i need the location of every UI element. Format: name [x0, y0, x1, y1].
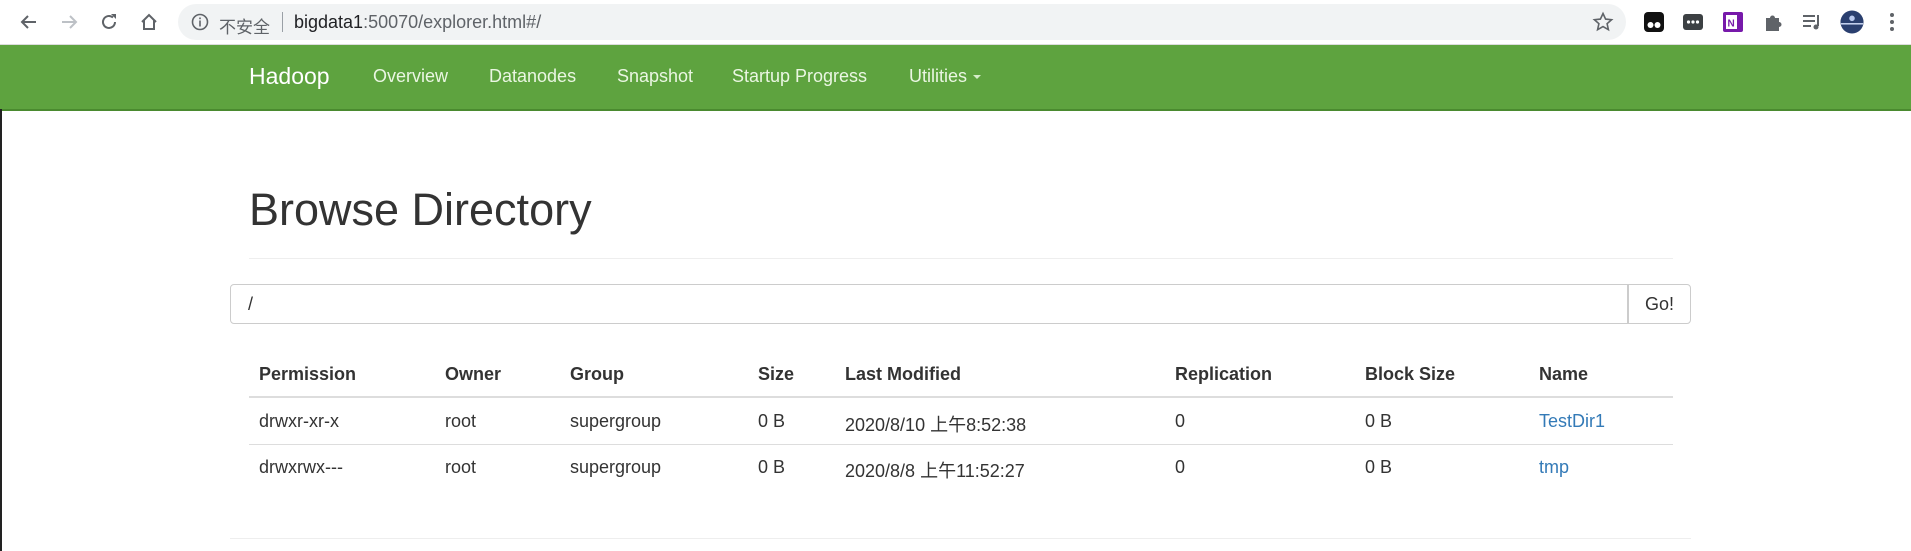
security-label: 不安全 [219, 18, 270, 38]
reload-icon[interactable] [95, 8, 123, 36]
nav-startup-progress[interactable]: Startup Progress [732, 66, 867, 87]
cell-block-size: 0 B [1365, 411, 1393, 431]
column-header-size[interactable]: Size [758, 364, 794, 385]
cell-size: 0 B [758, 457, 786, 477]
window-edge [0, 109, 2, 551]
onenote-icon[interactable]: N [1721, 10, 1745, 34]
column-header-block-size[interactable]: Block Size [1365, 364, 1455, 385]
column-header-permission[interactable]: Permission [259, 364, 356, 385]
nav-overview[interactable]: Overview [373, 66, 448, 87]
cell-last-modified: 2020/8/10 上午8:52:38 [845, 415, 1027, 435]
cell-block-size: 0 B [1365, 457, 1393, 477]
nav-datanodes[interactable]: Datanodes [489, 66, 576, 87]
column-header-group[interactable]: Group [570, 364, 624, 385]
cell-name-link[interactable]: tmp [1539, 457, 1569, 478]
url-host: bigdata1 [294, 12, 364, 32]
cell-last-modified: 2020/8/8 上午11:52:27 [845, 461, 1025, 481]
go-button[interactable]: Go! [1628, 284, 1691, 324]
cell-owner: root [445, 457, 477, 477]
nav-snapshot[interactable]: Snapshot [617, 66, 693, 87]
caret-down-icon [973, 75, 982, 80]
url-text[interactable]: bigdata1:50070/explorer.html#/ [294, 12, 541, 33]
row-divider [249, 444, 1673, 445]
profile-avatar[interactable] [1840, 10, 1864, 34]
media-control-icon[interactable] [1800, 10, 1824, 34]
column-header-owner[interactable]: Owner [445, 364, 501, 385]
navbar: Hadoop Overview Datanodes Snapshot Start… [0, 45, 1911, 111]
chat-extension-icon[interactable] [1681, 10, 1705, 34]
divider [282, 12, 283, 32]
svg-text:N: N [1728, 19, 1735, 30]
info-icon[interactable] [190, 12, 210, 32]
address-bar[interactable]: 不安全 bigdata1:50070/explorer.html#/ [178, 4, 1626, 40]
column-header-last-modified[interactable]: Last Modified [845, 364, 961, 385]
cell-group: supergroup [570, 457, 662, 477]
forward-arrow-icon[interactable] [55, 8, 83, 36]
nav-utilities-label: Utilities [909, 66, 968, 86]
star-icon[interactable] [1592, 11, 1614, 33]
home-icon[interactable] [135, 8, 163, 36]
cell-group: supergroup [570, 411, 662, 431]
cell-name-link[interactable]: TestDir1 [1539, 411, 1605, 432]
tampermonkey-icon[interactable] [1642, 10, 1666, 34]
cell-size: 0 B [758, 411, 786, 431]
column-header-replication[interactable]: Replication [1175, 364, 1272, 385]
directory-path-input[interactable] [230, 284, 1628, 324]
divider [230, 538, 1691, 539]
cell-permission: drwxr-xr-x [259, 411, 339, 431]
browser-toolbar: 不安全 bigdata1:50070/explorer.html#/ N [0, 0, 1911, 45]
cell-replication: 0 [1175, 457, 1186, 477]
navbar-brand[interactable]: Hadoop [249, 63, 330, 90]
cell-replication: 0 [1175, 411, 1186, 431]
page-title: Browse Directory [249, 184, 592, 235]
puzzle-icon[interactable] [1761, 10, 1785, 34]
cell-permission: drwxrwx--- [259, 457, 343, 477]
url-path: :50070/explorer.html#/ [363, 12, 542, 32]
divider [249, 258, 1673, 259]
column-header-name[interactable]: Name [1539, 364, 1588, 385]
kebab-menu-icon[interactable] [1880, 10, 1904, 34]
cell-owner: root [445, 411, 477, 431]
table-header-divider [249, 396, 1673, 398]
nav-utilities-dropdown[interactable]: Utilities [909, 66, 982, 87]
back-arrow-icon[interactable] [15, 8, 43, 36]
